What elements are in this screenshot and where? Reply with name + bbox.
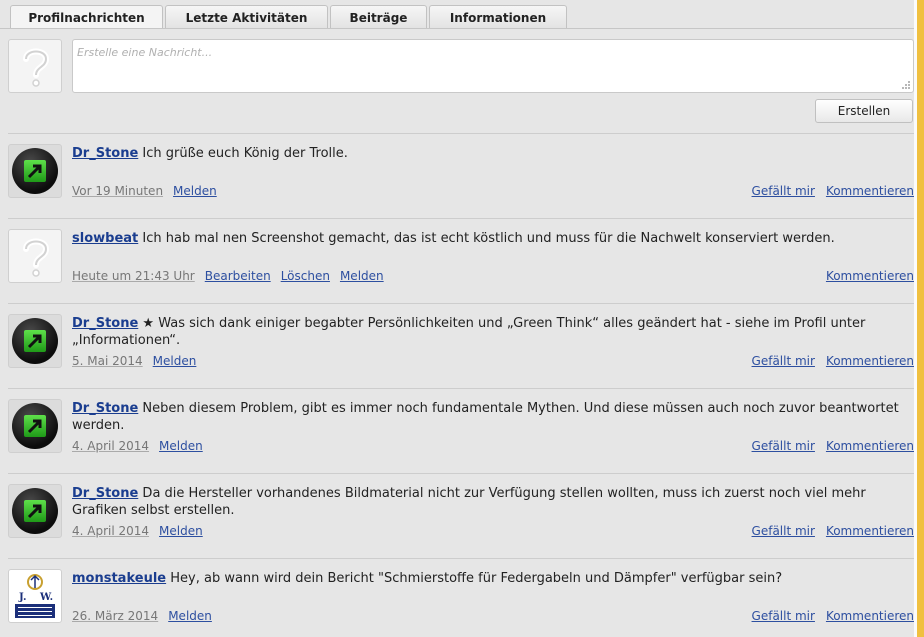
green-arrow-icon bbox=[27, 164, 42, 179]
tab-beitraege[interactable]: Beiträge bbox=[330, 5, 427, 29]
message-text: Dr_Stone Neben diesem Problem, gibt es i… bbox=[72, 401, 899, 433]
comment-link[interactable]: Kommentieren bbox=[826, 354, 914, 368]
author-link[interactable]: Dr_Stone bbox=[72, 401, 138, 416]
tab-informationen[interactable]: Informationen bbox=[429, 5, 567, 29]
divider bbox=[8, 133, 914, 134]
green-arrow-icon bbox=[27, 504, 42, 519]
author-link[interactable]: Dr_Stone bbox=[72, 486, 138, 501]
author-link[interactable]: Dr_Stone bbox=[72, 316, 138, 331]
message-time[interactable]: Vor 19 Minuten bbox=[72, 184, 163, 198]
message-actions: Gefällt mir Kommentieren bbox=[752, 439, 914, 453]
green-arrow-icon bbox=[27, 334, 42, 349]
like-link[interactable]: Gefällt mir bbox=[752, 439, 815, 453]
report-link[interactable]: Melden bbox=[173, 184, 217, 198]
like-link[interactable]: Gefällt mir bbox=[752, 609, 815, 623]
message-time[interactable]: 26. März 2014 bbox=[72, 609, 158, 623]
window-right-edge bbox=[914, 0, 924, 637]
report-link[interactable]: Melden bbox=[340, 269, 384, 283]
comment-link[interactable]: Kommentieren bbox=[826, 439, 914, 453]
resize-grip-icon[interactable] bbox=[901, 80, 911, 90]
comment-link[interactable]: Kommentieren bbox=[826, 184, 914, 198]
message-text: monstakeule Hey, ab wann wird dein Beric… bbox=[72, 571, 783, 586]
message-time[interactable]: Heute um 21:43 Uhr bbox=[72, 269, 195, 283]
message-meta: 26. März 2014 Melden bbox=[72, 609, 212, 623]
message-meta: Heute um 21:43 Uhr Bearbeiten Löschen Me… bbox=[72, 269, 384, 283]
create-message-button[interactable]: Erstellen bbox=[815, 99, 913, 123]
report-link[interactable]: Melden bbox=[159, 524, 203, 538]
divider bbox=[8, 473, 914, 474]
message-text: Dr_Stone ★ Was sich dank einiger begabte… bbox=[72, 316, 866, 348]
like-link[interactable]: Gefällt mir bbox=[752, 184, 815, 198]
user-avatar[interactable]: J. W. bbox=[8, 569, 62, 623]
author-link[interactable]: Dr_Stone bbox=[72, 146, 138, 161]
comment-link[interactable]: Kommentieren bbox=[826, 269, 914, 283]
message-meta: 5. Mai 2014 Melden bbox=[72, 354, 196, 368]
like-link[interactable]: Gefällt mir bbox=[752, 354, 815, 368]
message-input-placeholder: Erstelle eine Nachricht... bbox=[77, 46, 213, 59]
comment-link[interactable]: Kommentieren bbox=[826, 609, 914, 623]
user-avatar[interactable] bbox=[8, 399, 62, 453]
profile-tabs: Profilnachrichten Letzte Aktivitäten Bei… bbox=[10, 5, 569, 29]
message-actions: Gefällt mir Kommentieren bbox=[752, 354, 914, 368]
question-mark-icon bbox=[23, 238, 50, 277]
user-avatar[interactable] bbox=[8, 484, 62, 538]
tab-divider bbox=[0, 28, 914, 29]
message-meta: Vor 19 Minuten Melden bbox=[72, 184, 217, 198]
user-avatar[interactable] bbox=[8, 229, 62, 283]
message-time[interactable]: 5. Mai 2014 bbox=[72, 354, 143, 368]
green-arrow-icon bbox=[27, 419, 42, 434]
user-avatar[interactable] bbox=[8, 314, 62, 368]
tab-letzte-aktivitaeten[interactable]: Letzte Aktivitäten bbox=[165, 5, 328, 29]
augustiner-logo: J. W. bbox=[11, 572, 59, 620]
divider bbox=[8, 303, 914, 304]
message-text: Dr_Stone Ich grüße euch König der Trolle… bbox=[72, 146, 348, 161]
message-actions: Gefällt mir Kommentieren bbox=[752, 609, 914, 623]
question-mark-icon bbox=[23, 48, 50, 87]
message-time[interactable]: 4. April 2014 bbox=[72, 524, 149, 538]
message-meta: 4. April 2014 Melden bbox=[72, 524, 203, 538]
like-link[interactable]: Gefällt mir bbox=[752, 524, 815, 538]
report-link[interactable]: Melden bbox=[168, 609, 212, 623]
divider bbox=[8, 218, 914, 219]
svg-text:J.: J. bbox=[18, 592, 26, 603]
message-actions: Kommentieren bbox=[826, 269, 914, 283]
report-link[interactable]: Melden bbox=[153, 354, 197, 368]
current-user-avatar bbox=[8, 39, 62, 93]
delete-link[interactable]: Löschen bbox=[281, 269, 330, 283]
user-avatar[interactable] bbox=[8, 144, 62, 198]
message-actions: Gefällt mir Kommentieren bbox=[752, 184, 914, 198]
report-link[interactable]: Melden bbox=[159, 439, 203, 453]
svg-text:W.: W. bbox=[39, 592, 53, 603]
message-meta: 4. April 2014 Melden bbox=[72, 439, 203, 453]
tab-profilnachrichten[interactable]: Profilnachrichten bbox=[10, 5, 163, 29]
edit-link[interactable]: Bearbeiten bbox=[205, 269, 271, 283]
message-actions: Gefällt mir Kommentieren bbox=[752, 524, 914, 538]
comment-link[interactable]: Kommentieren bbox=[826, 524, 914, 538]
divider bbox=[8, 388, 914, 389]
divider bbox=[8, 558, 914, 559]
author-link[interactable]: slowbeat bbox=[72, 231, 138, 246]
author-link[interactable]: monstakeule bbox=[72, 571, 166, 586]
message-text: Dr_Stone Da die Hersteller vorhandenes B… bbox=[72, 486, 866, 518]
message-time[interactable]: 4. April 2014 bbox=[72, 439, 149, 453]
message-input[interactable]: Erstelle eine Nachricht... bbox=[72, 39, 914, 93]
message-text: slowbeat Ich hab mal nen Screenshot gema… bbox=[72, 231, 835, 246]
